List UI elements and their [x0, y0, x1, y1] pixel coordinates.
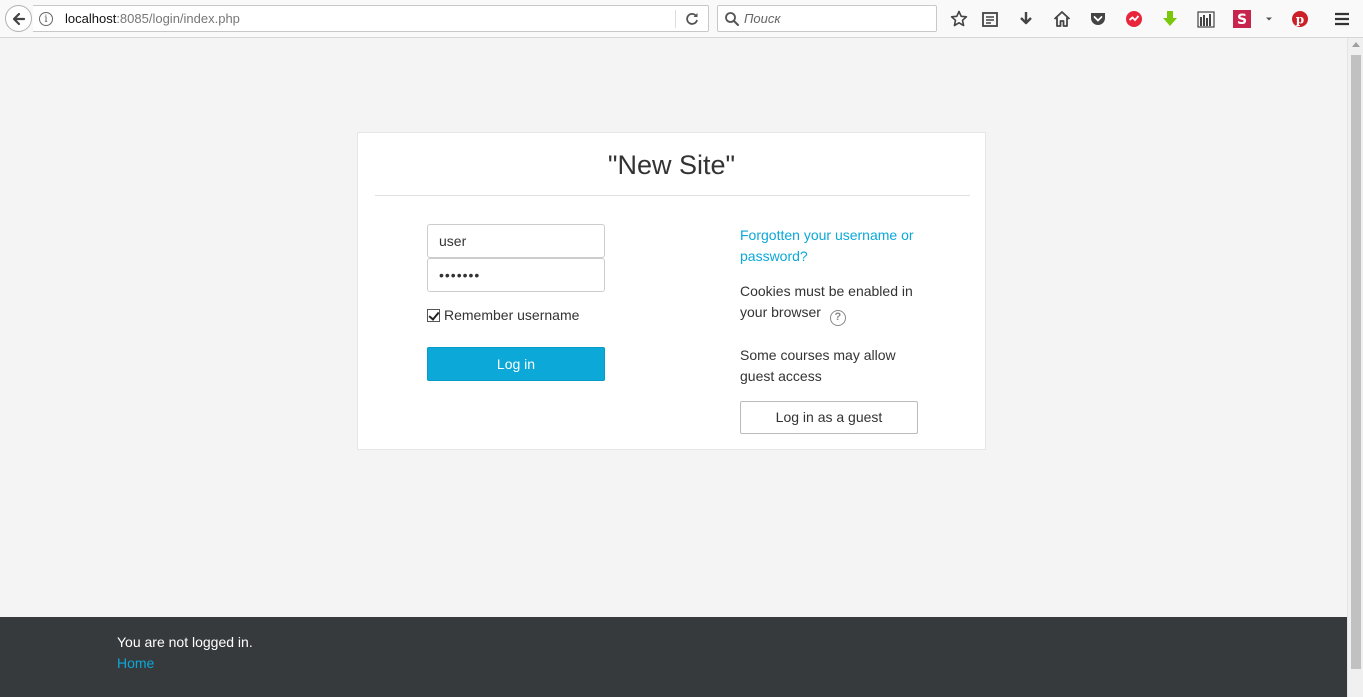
search-bar[interactable]	[717, 5, 937, 32]
login-status: You are not logged in.	[117, 634, 253, 650]
vertical-scrollbar[interactable]	[1347, 38, 1363, 697]
guest-access-note: Some courses may allow guest access	[740, 347, 896, 384]
search-icon	[725, 12, 739, 26]
extension-red-icon[interactable]	[1124, 9, 1144, 29]
login-card: "New Site" Remember username Log in Forg…	[357, 132, 986, 450]
search-input[interactable]	[744, 9, 929, 28]
url-host: localhost	[65, 11, 117, 26]
remember-username[interactable]: Remember username	[427, 307, 579, 323]
address-bar[interactable]: i localhost:8085/login/index.php	[33, 5, 709, 32]
remember-label: Remember username	[444, 307, 580, 323]
reload-icon[interactable]	[683, 10, 701, 28]
page-footer: You are not logged in. Home	[0, 617, 1347, 697]
site-info-icon[interactable]: i	[39, 12, 53, 26]
back-button[interactable]	[5, 5, 32, 32]
forgot-password-link[interactable]: Forgotten your username or password?	[740, 225, 930, 267]
extension-download-green-icon[interactable]	[1160, 9, 1180, 29]
bookmark-star-icon[interactable]	[949, 9, 969, 29]
guest-login-button[interactable]: Log in as a guest	[740, 401, 918, 434]
svg-text:S: S	[1237, 12, 1247, 28]
reader-view-icon[interactable]	[980, 9, 1000, 29]
title-divider	[375, 195, 970, 196]
pinterest-icon[interactable]: p	[1290, 9, 1310, 29]
hamburger-menu-icon[interactable]	[1332, 9, 1352, 29]
url-text[interactable]: localhost:8085/login/index.php	[65, 11, 240, 26]
scroll-thumb[interactable]	[1351, 55, 1361, 669]
urlbar-separator	[675, 10, 676, 28]
scroll-up-arrow-icon[interactable]	[1352, 42, 1360, 47]
cookies-note-text: Cookies must be enabled in your browser	[740, 283, 913, 320]
overflow-dropdown-icon[interactable]	[1259, 9, 1279, 29]
library-icon[interactable]	[1196, 9, 1216, 29]
site-title: "New Site"	[607, 150, 736, 180]
pocket-icon[interactable]	[1088, 9, 1108, 29]
login-button[interactable]: Log in	[427, 347, 605, 381]
home-link[interactable]: Home	[117, 655, 154, 671]
url-path: :8085/login/index.php	[116, 11, 240, 26]
browser-toolbar: i localhost:8085/login/index.php Поиск S…	[0, 0, 1363, 38]
help-icon[interactable]: ?	[829, 310, 846, 326]
home-icon[interactable]	[1052, 9, 1072, 29]
svg-text:p: p	[1296, 13, 1304, 27]
back-arrow-icon	[12, 12, 25, 25]
downloads-icon[interactable]	[1016, 9, 1036, 29]
password-field[interactable]	[427, 258, 605, 292]
username-field[interactable]	[427, 224, 605, 258]
extension-s-icon[interactable]: S	[1232, 9, 1252, 29]
remember-checkbox[interactable]	[427, 308, 440, 322]
cookies-note: Cookies must be enabled in your browser?	[740, 281, 930, 326]
